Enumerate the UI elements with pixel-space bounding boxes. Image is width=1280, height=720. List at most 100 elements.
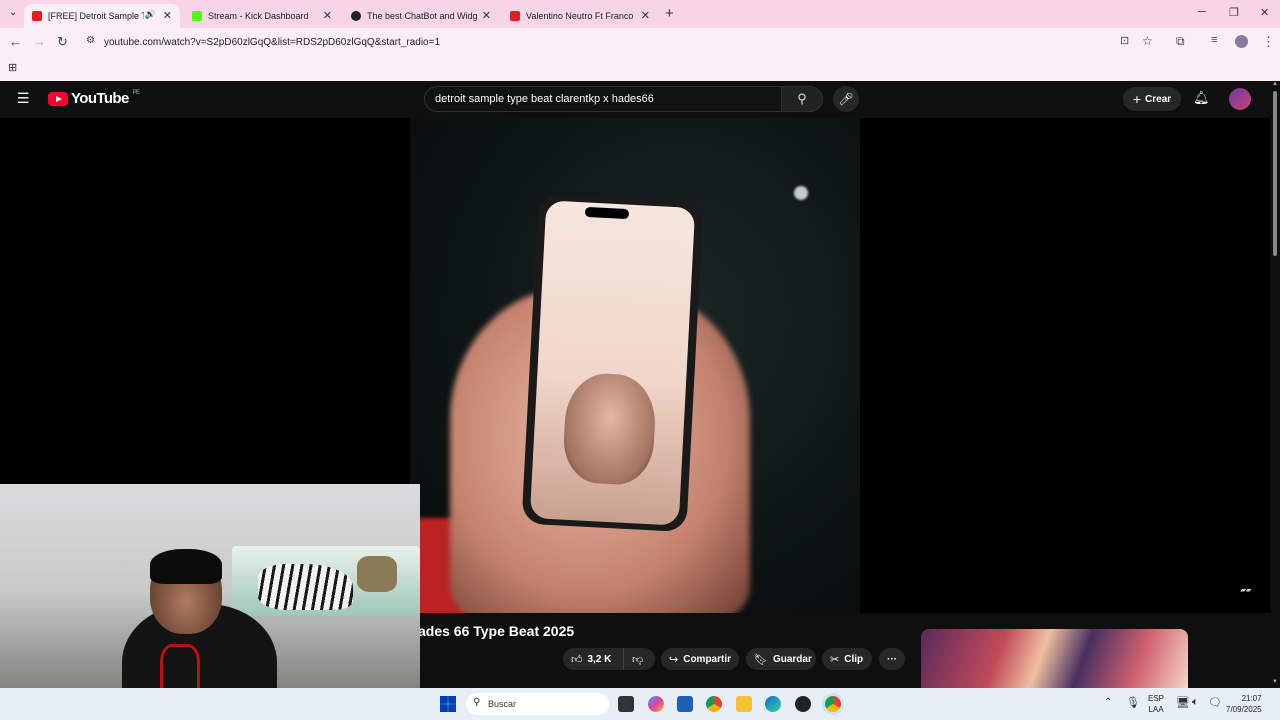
browser-nav-bar: ← → ↻ ⚙ youtube.com/watch?v=S2pD60zlGqQ&… xyxy=(0,28,1280,56)
plus-icon: + xyxy=(1132,91,1142,107)
taskbar-search-input[interactable]: ⚲ Buscar xyxy=(466,693,609,715)
chrome-active-icon[interactable] xyxy=(825,696,841,712)
recommended-video-thumbnail[interactable] xyxy=(921,629,1188,688)
share-icon: ↪ xyxy=(669,653,679,666)
install-app-icon[interactable]: ⊡ xyxy=(1120,34,1129,47)
new-tab-button[interactable]: + xyxy=(665,5,674,22)
tab-title: Stream - Kick Dashboard xyxy=(208,11,309,21)
tab-valentino[interactable]: Valentino Neutro Ft Franco Dar ✕ xyxy=(502,4,658,28)
reload-icon[interactable]: ↻ xyxy=(57,34,68,50)
obs-icon[interactable] xyxy=(795,696,811,712)
clip-button[interactable]: ✂ Clip xyxy=(822,648,872,670)
address-bar[interactable]: ⚙ youtube.com/watch?v=S2pD60zlGqQ&list=R… xyxy=(80,31,1140,53)
youtube-favicon-icon xyxy=(32,11,42,21)
share-button[interactable]: ↪ Compartir xyxy=(661,648,739,670)
search-query-text: detroit sample type beat clarentkp x had… xyxy=(435,93,654,105)
bookmark-icon: 🔖︎ xyxy=(754,653,768,666)
webcam-person-hair xyxy=(150,549,222,584)
close-tab-icon[interactable]: ✕ xyxy=(163,9,172,22)
youtube-logo-text: YouTube xyxy=(71,90,129,107)
language-line2: LAA xyxy=(1148,705,1164,714)
edge-icon[interactable] xyxy=(765,696,781,712)
scroll-up-icon[interactable]: ▲ xyxy=(1272,81,1278,87)
scroll-down-icon[interactable]: ▼ xyxy=(1272,679,1278,685)
video-watermark-icon: ▰▰ xyxy=(1240,587,1251,594)
dislike-button[interactable]: 👎︎ xyxy=(623,648,655,670)
store-icon[interactable] xyxy=(677,696,693,712)
show-hidden-icons-icon[interactable]: ⌃ xyxy=(1104,697,1112,708)
more-icon: ··· xyxy=(887,653,897,665)
search-button[interactable]: ⚲ xyxy=(781,86,823,112)
tab-title: The best ChatBot and Widgets xyxy=(367,11,477,21)
clock-date: 7/09/2025 xyxy=(1226,705,1262,714)
webcam-tiger-print xyxy=(258,564,353,610)
webcam-bag xyxy=(357,556,397,592)
tab-title: Valentino Neutro Ft Franco Dar xyxy=(526,11,636,21)
close-tab-icon[interactable]: ✕ xyxy=(482,9,491,22)
language-line1: ESP xyxy=(1148,694,1165,703)
microphone-icon: 🎤︎ xyxy=(838,92,854,106)
volume-icon[interactable]: 🔈︎ xyxy=(1192,696,1199,709)
notifications-bell-icon[interactable]: 🔔︎ xyxy=(1193,90,1210,106)
file-explorer-icon[interactable] xyxy=(736,696,752,712)
youtube-favicon-icon xyxy=(510,11,520,21)
bookmark-star-icon[interactable]: ☆ xyxy=(1142,34,1153,48)
speaker-icon[interactable]: 🔊 xyxy=(145,9,156,20)
media-control-icon[interactable]: ≡ xyxy=(1211,34,1217,46)
account-avatar[interactable] xyxy=(1229,88,1251,110)
save-button[interactable]: 🔖︎ Guardar xyxy=(746,648,816,670)
restore-icon[interactable]: ❐ xyxy=(1229,6,1239,19)
system-clock[interactable]: 21:07 7/09/2025 xyxy=(1226,693,1262,715)
tab-youtube-active[interactable]: [FREE] Detroit Sample Type 🔊 ✕ xyxy=(24,4,180,28)
extensions-icon[interactable]: ⧉ xyxy=(1176,34,1185,49)
windows-start-icon[interactable] xyxy=(440,696,456,712)
url-text: youtube.com/watch?v=S2pD60zlGqQ&list=RDS… xyxy=(104,36,441,48)
profile-avatar-icon[interactable] xyxy=(1235,35,1248,48)
like-button[interactable]: 👍︎ 3,2 K xyxy=(563,648,623,670)
thumbs-up-icon: 👍︎ xyxy=(571,653,583,666)
search-icon: ⚲ xyxy=(797,91,807,106)
clip-label: Clip xyxy=(844,653,864,665)
tab-chatbot[interactable]: The best ChatBot and Widgets ✕ xyxy=(343,4,499,28)
webcam-overlay xyxy=(0,484,420,720)
share-label: Compartir xyxy=(683,653,732,665)
apps-grid-icon[interactable]: ⊞ xyxy=(8,61,17,74)
language-indicator[interactable]: ESP LAA xyxy=(1148,693,1164,715)
youtube-play-icon xyxy=(48,91,68,106)
network-icon[interactable]: 🖥︎ xyxy=(1176,696,1190,709)
voice-search-button[interactable]: 🎤︎ xyxy=(833,86,859,112)
back-icon[interactable]: ← xyxy=(9,34,22,49)
close-tab-icon[interactable]: ✕ xyxy=(323,9,332,22)
minimize-icon[interactable]: ─ xyxy=(1198,6,1206,18)
scrollbar-thumb[interactable] xyxy=(1273,91,1277,256)
clock-time: 21:07 xyxy=(1241,694,1262,703)
task-view-icon[interactable] xyxy=(618,696,634,712)
more-actions-button[interactable]: ··· xyxy=(879,648,905,670)
tab-kick-dashboard[interactable]: Stream - Kick Dashboard ✕ xyxy=(184,4,340,28)
microphone-tray-icon[interactable]: 🎙︎ xyxy=(1126,696,1140,709)
browser-menu-icon[interactable]: ⋮ xyxy=(1262,34,1275,50)
browser-tab-bar: ⌄ [FREE] Detroit Sample Type 🔊 ✕ Stream … xyxy=(0,0,1280,28)
site-info-icon[interactable]: ⚙ xyxy=(86,35,95,46)
hamburger-menu-icon[interactable]: ☰ xyxy=(17,90,30,107)
page-scrollbar[interactable]: ▲ ▼ xyxy=(1270,81,1280,688)
tab-list-dropdown-icon[interactable]: ⌄ xyxy=(9,7,17,18)
create-button[interactable]: + Crear xyxy=(1123,87,1181,111)
windows-taskbar: ⚲ Buscar ⌃ 🎙︎ ESP LAA 🖥︎ 🔈︎ 🗨︎ 21:07 7/0… xyxy=(0,688,1280,720)
close-window-icon[interactable]: ✕ xyxy=(1260,6,1269,19)
youtube-logo[interactable]: YouTube PE xyxy=(48,90,140,107)
like-count: 3,2 K xyxy=(587,653,612,665)
video-frame-face xyxy=(561,371,658,487)
video-player[interactable] xyxy=(410,118,860,613)
chrome-icon[interactable] xyxy=(706,696,722,712)
taskbar-search-placeholder: Buscar xyxy=(488,699,517,709)
forward-icon[interactable]: → xyxy=(33,34,46,49)
copilot-icon[interactable] xyxy=(648,696,664,712)
battery-icon[interactable]: 🗨︎ xyxy=(1208,696,1222,709)
close-tab-icon[interactable]: ✕ xyxy=(641,9,650,22)
search-input[interactable]: detroit sample type beat clarentkp x had… xyxy=(424,86,782,112)
github-favicon-icon xyxy=(351,11,361,21)
video-frame-light xyxy=(794,186,808,200)
thumbs-down-icon: 👎︎ xyxy=(632,653,644,666)
bookmarks-bar: ⊞ xyxy=(0,56,1280,81)
